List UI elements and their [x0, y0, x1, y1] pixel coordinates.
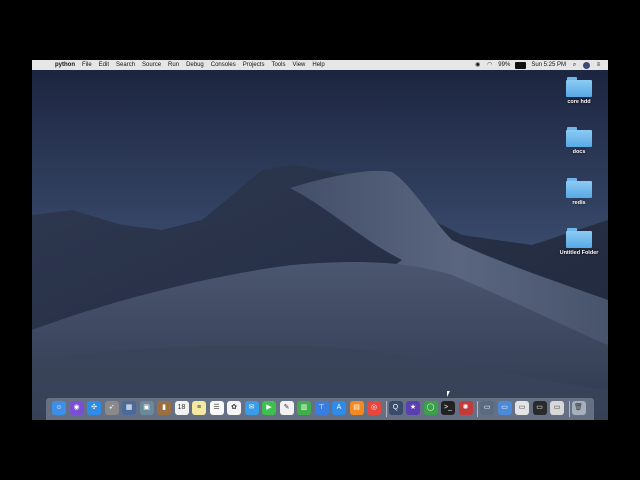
launchpad-icon[interactable]: ➶ — [104, 401, 119, 415]
menu-tools[interactable]: Tools — [271, 60, 285, 70]
menu-edit[interactable]: Edit — [99, 60, 109, 70]
menu-app-name[interactable]: python — [55, 60, 75, 70]
folder-icon — [566, 228, 592, 248]
photo-booth-icon[interactable]: ▦ — [122, 401, 136, 415]
notes-icon[interactable]: ≡ — [192, 401, 206, 415]
dock-separator — [568, 401, 570, 417]
window-b-icon[interactable]: ▭ — [497, 401, 512, 415]
battery-icon[interactable] — [515, 61, 527, 69]
desert-wallpaper — [32, 60, 608, 420]
finder-icon[interactable]: ☺ — [52, 401, 66, 415]
dock-separator — [385, 401, 387, 417]
status-extra-icon[interactable]: ◉ — [474, 62, 481, 69]
photos-icon[interactable]: ✿ — [227, 401, 241, 415]
menu-search[interactable]: Search — [116, 60, 135, 70]
window-a-icon[interactable]: ▭ — [480, 401, 494, 415]
folder-icon — [566, 77, 592, 97]
numbers-icon[interactable]: ▥ — [297, 401, 311, 415]
window-c-icon[interactable]: ▭ — [515, 401, 529, 415]
menu-projects[interactable]: Projects — [243, 60, 265, 70]
safari-icon[interactable]: ✣ — [87, 401, 101, 415]
status-area: ◉ ◠ 99% Sun 5:25 PM ⌕ ≡ — [474, 61, 608, 69]
wifi-icon[interactable]: ◠ — [486, 62, 493, 69]
menu-help[interactable]: Help — [312, 60, 324, 70]
chrome-icon[interactable]: ◎ — [367, 401, 381, 415]
desktop-folder-untitled[interactable]: Untitled Folder — [554, 228, 604, 256]
apple-menu-icon[interactable] — [41, 61, 49, 69]
menu-view[interactable]: View — [292, 60, 305, 70]
app-store-icon[interactable]: A — [332, 401, 346, 415]
spyder-icon[interactable]: ◯ — [423, 401, 438, 415]
window-d-icon[interactable]: ▭ — [532, 401, 547, 415]
menu-source[interactable]: Source — [142, 60, 161, 70]
spotlight-search-icon[interactable]: ⌕ — [571, 62, 578, 69]
network-utility-icon[interactable]: ✺ — [458, 401, 473, 415]
quicktime-icon[interactable]: Q — [388, 401, 403, 415]
siri-icon[interactable] — [583, 61, 590, 69]
notes-book-icon[interactable]: ▮ — [157, 401, 171, 415]
desktop-folder-core-hdd[interactable]: core hdd — [554, 77, 604, 105]
books-icon[interactable]: ▤ — [349, 401, 364, 415]
messages-icon[interactable]: ✉ — [244, 401, 259, 415]
siri-icon[interactable]: ◉ — [69, 401, 84, 415]
facetime-icon[interactable]: ▶ — [262, 401, 276, 415]
desktop-folder-label: core hdd — [567, 99, 591, 105]
menu-consoles[interactable]: Consoles — [211, 60, 236, 70]
window-e-icon[interactable]: ▭ — [550, 401, 564, 415]
menu-run[interactable]: Run — [168, 60, 179, 70]
desktop-folder-label: docs — [572, 149, 586, 155]
clock[interactable]: Sun 5:25 PM — [531, 62, 566, 68]
folder-icon — [566, 127, 592, 147]
desktop-folder-label: redis — [572, 200, 586, 206]
terminal-icon[interactable]: >_ — [441, 401, 455, 415]
imovie-icon[interactable]: ★ — [406, 401, 420, 415]
calendar-icon[interactable]: 18 — [174, 401, 189, 415]
desktop-folder-docs[interactable]: docs — [554, 127, 604, 155]
desktop-folder-redis[interactable]: redis — [554, 178, 604, 206]
trash-icon[interactable]: 🗑 — [571, 401, 586, 415]
desktop-folder-label: Untitled Folder — [559, 250, 599, 256]
menu-debug[interactable]: Debug — [186, 60, 204, 70]
notification-center-icon[interactable]: ≡ — [595, 62, 602, 69]
menu-bar: python File Edit Search Source Run Debug… — [32, 60, 608, 70]
dock-separator — [477, 401, 478, 417]
preview-icon[interactable]: ▣ — [139, 401, 154, 415]
reminders-icon[interactable]: ☰ — [209, 401, 224, 415]
mouse-cursor-icon — [447, 391, 450, 397]
pages-icon[interactable]: ✎ — [279, 401, 294, 415]
battery-fill — [516, 62, 526, 68]
battery-percent[interactable]: 99% — [498, 62, 510, 68]
desktop-screen: python File Edit Search Source Run Debug… — [32, 60, 608, 420]
menu-file[interactable]: File — [82, 60, 92, 70]
folder-icon — [566, 178, 592, 198]
keynote-icon[interactable]: ⊤ — [314, 401, 329, 415]
dock: ☺ ◉ ✣ ➶ ▦ ▣ ▮ 18 ≡ ☰ ✿ ✉ ▶ ✎ ▥ ⊤ A ▤ ◎ Q ★ ◯ >_ ✺ ▭ ▭ ▭ ▭ ▭ 🗑 — [46, 398, 594, 420]
